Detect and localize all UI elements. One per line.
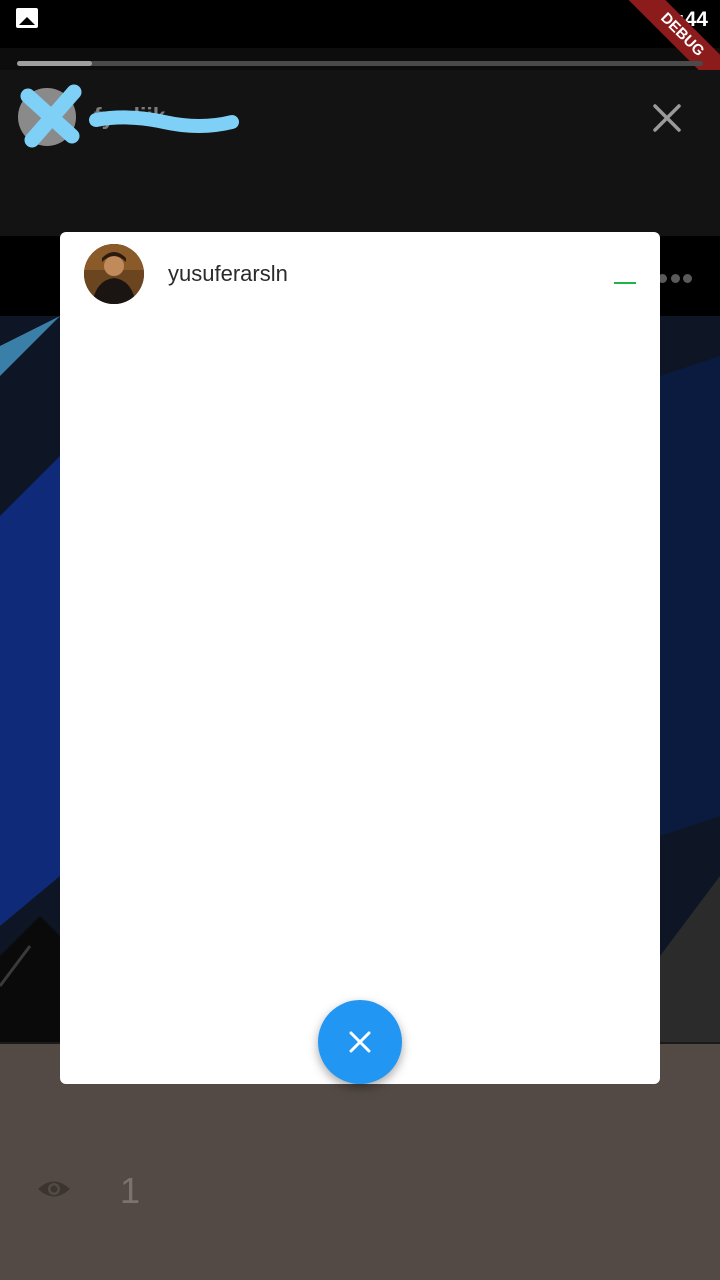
redaction-scribble-x [20,84,82,148]
redaction-scribble-line [89,110,239,133]
view-count[interactable]: 1 [120,1170,140,1212]
viewers-sheet: yusuferarsln [60,232,660,1084]
list-item[interactable]: yusuferarsln [60,232,660,316]
close-icon[interactable] [650,101,684,135]
story-progress-bar [17,61,703,66]
status-bar: 19:44 DEBUG [0,0,720,115]
eye-icon[interactable] [36,1176,72,1202]
story-header [0,70,720,236]
close-icon [349,1031,371,1053]
story-viewer-screen: 19:44 DEBUG fy eliik [0,0,720,1280]
more-dots-icon[interactable] [658,274,692,284]
avatar[interactable] [84,244,144,304]
avatar-photo [84,244,144,304]
gallery-icon [16,8,38,28]
story-progress-fill [17,61,93,66]
status-indicator [614,282,636,284]
viewer-username[interactable]: yusuferarsln [168,261,288,287]
close-sheet-button[interactable] [318,1000,402,1084]
